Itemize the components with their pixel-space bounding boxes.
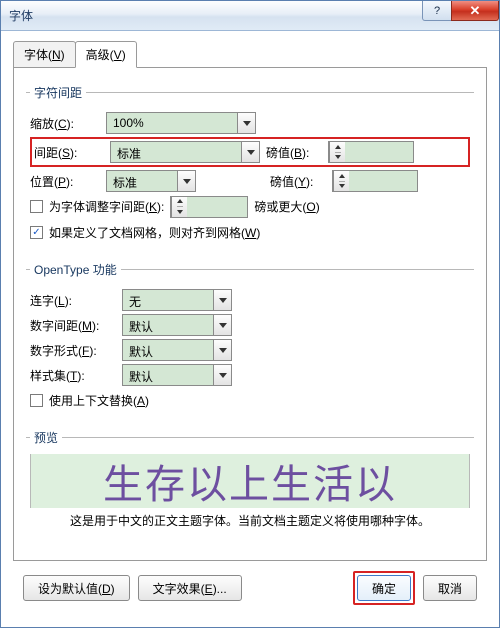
- dialog-footer: 设为默认值(D) 文字效果(E)... 确定 取消: [13, 561, 487, 617]
- chevron-down-icon[interactable]: [213, 365, 231, 385]
- check-grid[interactable]: ✓ 如果定义了文档网格，则对齐到网格(W): [30, 224, 260, 241]
- chevron-down-icon[interactable]: [241, 142, 259, 162]
- chevron-down-icon[interactable]: [177, 171, 195, 191]
- text-effects-button[interactable]: 文字效果(E)...: [138, 575, 242, 601]
- combo-spacing[interactable]: 标准: [110, 141, 260, 163]
- set-default-button[interactable]: 设为默认值(D): [23, 575, 130, 601]
- row-position: 位置(P): 标准 磅值(Y):: [30, 170, 470, 192]
- spin-pt[interactable]: [328, 141, 414, 163]
- cancel-button[interactable]: 取消: [423, 575, 477, 601]
- label-styleset: 样式集(T):: [30, 367, 116, 384]
- row-grid: ✓ 如果定义了文档网格，则对齐到网格(W): [30, 221, 470, 244]
- combo-scale-value: 100%: [107, 113, 237, 133]
- row-spacing-highlight: 间距(S): 标准 磅值(B):: [30, 137, 470, 167]
- label-kerning-unit: 磅或更大(O): [254, 198, 319, 215]
- preview-desc: 这是用于中文的正文主题字体。当前文档主题定义将使用哪种字体。: [30, 512, 470, 529]
- chevron-up-icon[interactable]: [339, 171, 345, 182]
- advanced-panel: 字符间距 缩放(C): 100% 间距(S): 标准: [13, 67, 487, 561]
- tab-advanced[interactable]: 高级(V): [75, 41, 137, 68]
- close-button[interactable]: ✕: [451, 1, 499, 21]
- label-numspacing: 数字间距(M):: [30, 317, 116, 334]
- ok-highlight: 确定: [353, 571, 415, 605]
- group-opentype: OpenType 功能 连字(L): 无 数字间距(M): 默认 数字形式(F)…: [26, 261, 474, 419]
- chevron-down-icon[interactable]: [177, 207, 183, 217]
- row-scale: 缩放(C): 100%: [30, 112, 470, 134]
- label-position: 位置(P):: [30, 173, 100, 190]
- window-title: 字体: [9, 7, 423, 24]
- row-kerning: 为字体调整字间距(K): 磅或更大(O): [30, 195, 470, 218]
- combo-position-value: 标准: [107, 171, 177, 191]
- spin-pt2[interactable]: [332, 170, 418, 192]
- chevron-up-icon[interactable]: [177, 197, 183, 208]
- legend-opentype: OpenType 功能: [30, 261, 121, 278]
- combo-numspacing[interactable]: 默认: [122, 314, 232, 336]
- chevron-down-icon[interactable]: [339, 182, 345, 192]
- combo-position[interactable]: 标准: [106, 170, 196, 192]
- help-button[interactable]: ?: [422, 1, 452, 21]
- preview-sample: 生存以上生活以: [30, 454, 470, 508]
- group-preview: 预览 生存以上生活以 这是用于中文的正文主题字体。当前文档主题定义将使用哪种字体…: [26, 429, 474, 529]
- combo-spacing-value: 标准: [111, 142, 241, 162]
- chevron-down-icon[interactable]: [213, 340, 231, 360]
- label-numform: 数字形式(F):: [30, 342, 116, 359]
- combo-liga[interactable]: 无: [122, 289, 232, 311]
- label-spacing: 间距(S):: [34, 144, 104, 161]
- font-dialog: 字体 ? ✕ 字体(N) 高级(V) 字符间距 缩放(C): 100%: [0, 0, 500, 628]
- checkbox-icon: ✓: [30, 226, 43, 239]
- window-buttons: ? ✕: [423, 1, 499, 30]
- checkbox-icon: [30, 200, 43, 213]
- combo-styleset[interactable]: 默认: [122, 364, 232, 386]
- tab-font[interactable]: 字体(N): [13, 41, 76, 68]
- label-liga: 连字(L):: [30, 292, 116, 309]
- chevron-down-icon[interactable]: [237, 113, 255, 133]
- checkbox-icon: [30, 394, 43, 407]
- spin-kerning[interactable]: [170, 196, 248, 218]
- ok-button[interactable]: 确定: [357, 575, 411, 601]
- combo-scale[interactable]: 100%: [106, 112, 256, 134]
- label-pt2: 磅值(Y):: [270, 173, 326, 190]
- chevron-down-icon[interactable]: [213, 290, 231, 310]
- chevron-up-icon[interactable]: [335, 142, 341, 153]
- legend-char-spacing: 字符间距: [30, 84, 86, 101]
- titlebar[interactable]: 字体 ? ✕: [1, 1, 499, 31]
- chevron-down-icon[interactable]: [335, 153, 341, 163]
- tab-bar: 字体(N) 高级(V): [13, 41, 487, 68]
- chevron-down-icon[interactable]: [213, 315, 231, 335]
- combo-numform[interactable]: 默认: [122, 339, 232, 361]
- label-scale: 缩放(C):: [30, 115, 100, 132]
- label-pt: 磅值(B):: [266, 144, 322, 161]
- check-contextual[interactable]: 使用上下文替换(A): [30, 392, 149, 409]
- dialog-content: 字体(N) 高级(V) 字符间距 缩放(C): 100% 间距(S):: [1, 31, 499, 627]
- legend-preview: 预览: [30, 429, 62, 446]
- group-char-spacing: 字符间距 缩放(C): 100% 间距(S): 标准: [26, 84, 474, 251]
- check-kerning[interactable]: 为字体调整字间距(K):: [30, 198, 164, 215]
